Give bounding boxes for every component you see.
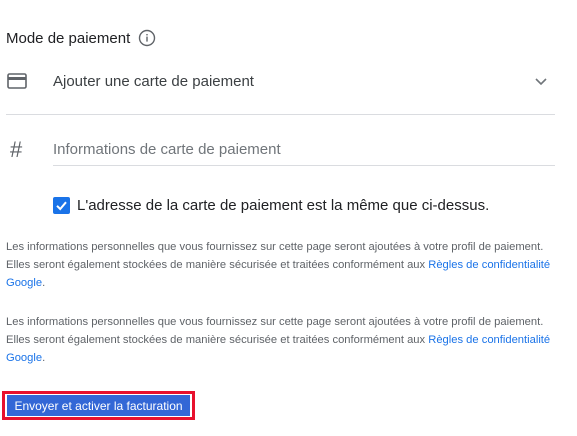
privacy-notice-suffix: . [42,277,46,289]
submit-highlight: Envoyer et activer la facturation [2,391,195,420]
privacy-notice: Les informations personnelles que vous f… [6,238,551,292]
add-payment-card-dropdown[interactable]: Ajouter une carte de paiement [0,63,555,103]
card-number-row: # [0,133,555,173]
privacy-notice-suffix: . [42,352,46,364]
hash-icon: # [10,137,23,162]
credit-card-icon [7,73,27,89]
same-address-checkbox[interactable] [53,197,70,214]
same-address-label: L'adresse de la carte de paiement est la… [77,197,490,214]
privacy-notice: Les informations personnelles que vous f… [6,313,551,367]
card-number-input[interactable] [53,133,555,166]
add-payment-card-label: Ajouter une carte de paiement [53,73,254,90]
divider [6,114,555,115]
same-address-checkbox-row[interactable]: L'adresse de la carte de paiement est la… [53,197,489,214]
checkmark-icon [56,201,67,211]
chevron-down-icon[interactable] [532,72,550,90]
submit-activate-billing-button[interactable]: Envoyer et activer la facturation [7,395,190,416]
payment-method-heading: Mode de paiement [6,29,156,47]
info-icon[interactable] [138,29,156,47]
section-title: Mode de paiement [6,29,131,47]
